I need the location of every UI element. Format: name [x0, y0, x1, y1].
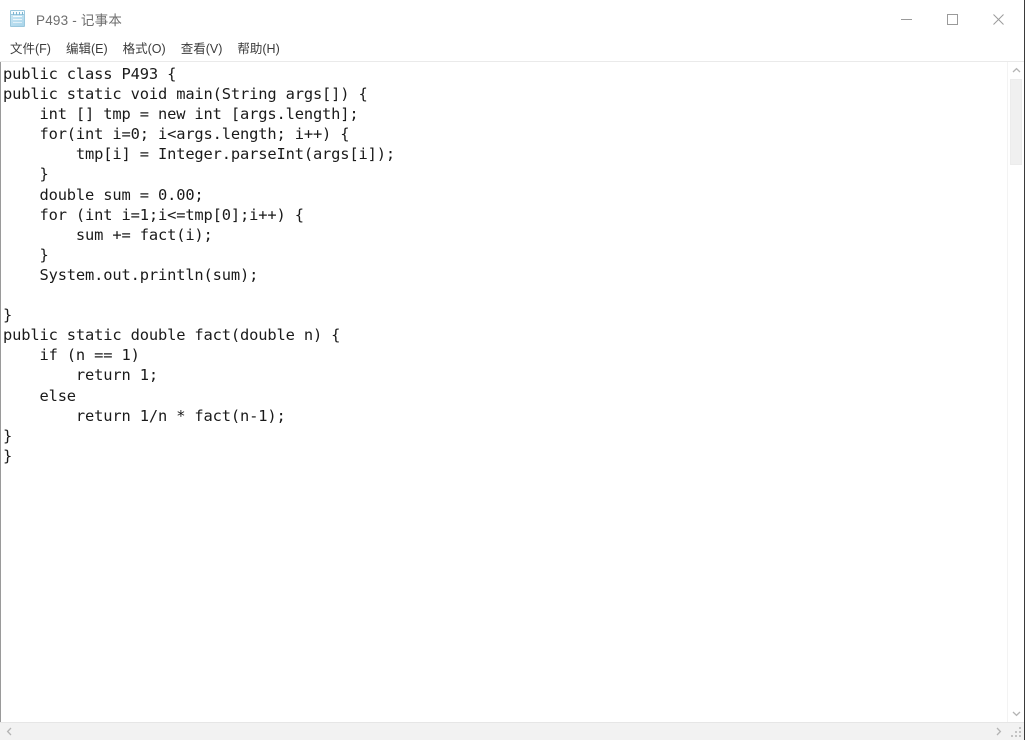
chevron-right-icon	[996, 727, 1001, 736]
text-editor-area[interactable]: public class P493 { public static void m…	[0, 62, 1007, 722]
menu-item-view[interactable]: 查看(V)	[181, 43, 223, 56]
vertical-scroll-track[interactable]	[1008, 79, 1024, 705]
scroll-up-button[interactable]	[1008, 62, 1024, 79]
horizontal-scrollbar[interactable]	[0, 722, 1024, 740]
vertical-scrollbar[interactable]	[1007, 62, 1024, 722]
close-button[interactable]	[975, 0, 1021, 38]
close-icon	[992, 13, 1004, 25]
editor-row: public class P493 { public static void m…	[0, 62, 1024, 722]
horizontal-scroll-track[interactable]	[18, 723, 989, 740]
window-controls	[883, 0, 1021, 38]
menu-item-help[interactable]: 帮助(H)	[237, 43, 279, 56]
window-title: P493 - 记事本	[36, 13, 123, 28]
menu-item-format[interactable]: 格式(O)	[123, 43, 166, 56]
maximize-button[interactable]	[929, 0, 975, 38]
maximize-icon	[946, 13, 958, 25]
chevron-left-icon	[6, 727, 11, 736]
vertical-scroll-thumb[interactable]	[1010, 79, 1022, 165]
chevron-up-icon	[1012, 67, 1020, 73]
menu-item-edit[interactable]: 编辑(E)	[66, 43, 108, 56]
chevron-down-icon	[1012, 711, 1020, 717]
notepad-icon	[9, 10, 27, 28]
resize-grip-icon[interactable]	[1007, 723, 1024, 740]
editor-content[interactable]: public class P493 { public static void m…	[2, 62, 1007, 466]
minimize-icon	[900, 18, 912, 20]
title-bar-left: P493 - 记事本	[0, 0, 122, 38]
minimize-button[interactable]	[883, 0, 929, 38]
menu-item-file[interactable]: 文件(F)	[10, 43, 51, 56]
scroll-right-button[interactable]	[989, 723, 1007, 740]
scroll-left-button[interactable]	[0, 723, 18, 740]
menu-bar: 文件(F) 编辑(E) 格式(O) 查看(V) 帮助(H)	[0, 38, 1024, 62]
scroll-down-button[interactable]	[1008, 705, 1024, 722]
title-bar[interactable]: P493 - 记事本	[0, 0, 1024, 38]
notepad-window: P493 - 记事本 文件(F) 编辑(E) 格式(O) 查看(V) 帮助(H)…	[0, 0, 1025, 740]
